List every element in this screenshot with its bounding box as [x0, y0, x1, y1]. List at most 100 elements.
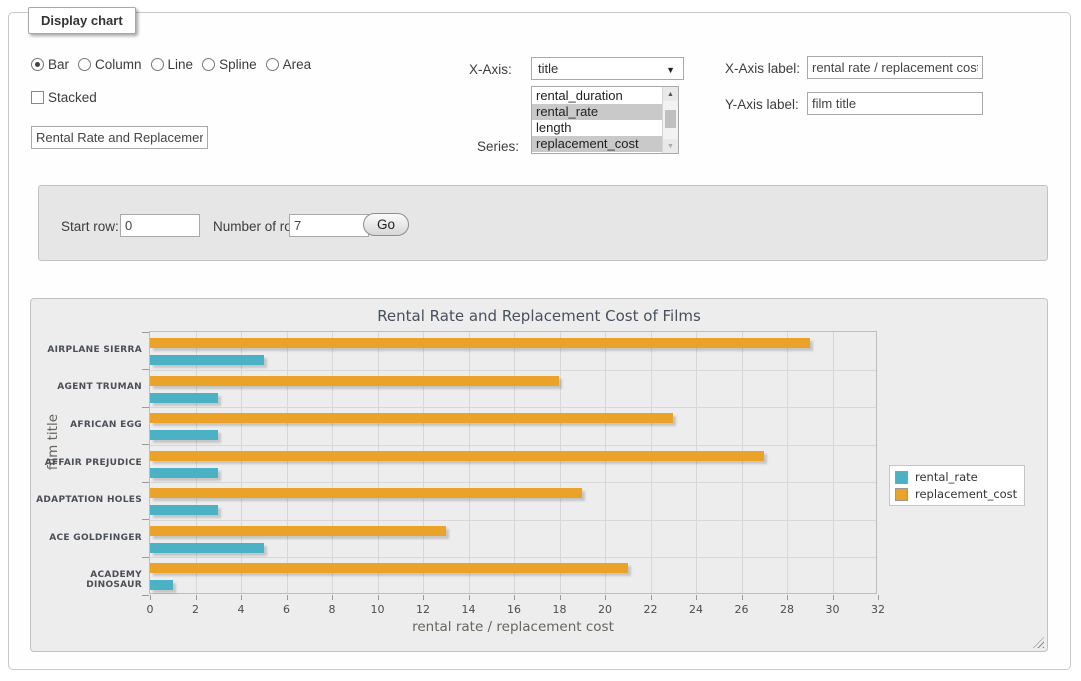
radio-icon[interactable] — [151, 58, 164, 71]
chart-title-input[interactable] — [31, 126, 208, 149]
x-tick-mark — [878, 595, 879, 600]
radio-icon[interactable] — [78, 58, 91, 71]
gridline-vertical — [560, 332, 561, 593]
chart-legend: rental_rate replacement_cost — [889, 465, 1025, 506]
x-tick-label: 20 — [588, 603, 622, 616]
gridline-vertical — [196, 332, 197, 593]
resize-handle-icon[interactable] — [1033, 637, 1044, 648]
legend-label: replacement_cost — [908, 487, 1017, 501]
y-tick-mark — [142, 482, 149, 483]
x-axis-select-label: X-Axis: — [469, 62, 512, 77]
rows-panel: Start row: Number of rows: Go — [38, 185, 1048, 261]
chart-type-radio-group: Bar Column Line Spline Area — [31, 57, 311, 72]
x-tick-mark — [332, 595, 333, 600]
chart-type-radio-bar[interactable]: Bar — [31, 57, 69, 72]
scroll-down-icon[interactable]: ▼ — [663, 139, 678, 153]
chart-type-label: Column — [95, 57, 142, 72]
go-button[interactable]: Go — [363, 213, 409, 236]
x-tick-label: 8 — [315, 603, 349, 616]
legend-swatch-replacement_cost — [895, 488, 908, 501]
x-tick-label: 16 — [497, 603, 531, 616]
x-tick-mark — [833, 595, 834, 600]
chart-type-radio-area[interactable]: Area — [266, 57, 312, 72]
x-axis-label-field-label: X-Axis label: — [725, 61, 800, 76]
x-tick-mark — [696, 595, 697, 600]
category-label: AFFAIR PREJUDICE — [34, 458, 142, 468]
series-options: rental_durationrental_ratelengthreplacem… — [532, 87, 662, 153]
gridline-vertical — [332, 332, 333, 593]
x-tick-mark — [241, 595, 242, 600]
bar-replacement_cost — [150, 413, 673, 423]
gridline-vertical — [378, 332, 379, 593]
y-axis-label-input[interactable] — [807, 92, 983, 115]
radio-icon[interactable] — [202, 58, 215, 71]
gridline-vertical — [287, 332, 288, 593]
x-tick-mark — [423, 595, 424, 600]
series-option-rental_rate[interactable]: rental_rate — [532, 104, 662, 120]
x-tick-mark — [560, 595, 561, 600]
chart-type-label: Area — [283, 57, 312, 72]
gridline-vertical — [469, 332, 470, 593]
scroll-up-icon[interactable]: ▲ — [663, 87, 678, 101]
bar-replacement_cost — [150, 451, 764, 461]
series-option-replacement_cost[interactable]: replacement_cost — [532, 136, 662, 152]
scrollbar-track[interactable] — [663, 101, 678, 139]
x-axis-select[interactable]: title ▼ — [531, 57, 684, 80]
y-tick-mark — [142, 444, 149, 445]
bar-rental_rate — [150, 580, 173, 590]
category-label: ADAPTATION HOLES — [34, 495, 142, 505]
y-tick-mark — [142, 332, 149, 333]
radio-icon[interactable] — [266, 58, 279, 71]
y-tick-mark — [142, 407, 149, 408]
x-tick-label: 32 — [861, 603, 895, 616]
x-tick-label: 14 — [452, 603, 486, 616]
gridline-vertical — [514, 332, 515, 593]
start-row-input[interactable] — [120, 214, 200, 237]
x-axis-label-input[interactable] — [807, 56, 983, 79]
category-label: AGENT TRUMAN — [34, 382, 142, 392]
bar-rental_rate — [150, 355, 264, 365]
gridline-horizontal — [150, 520, 876, 521]
bar-replacement_cost — [150, 338, 810, 348]
chart-type-radio-column[interactable]: Column — [78, 57, 142, 72]
legend-swatch-rental_rate — [895, 471, 908, 484]
legend-item: replacement_cost — [895, 487, 1017, 501]
gridline-vertical — [833, 332, 834, 593]
checkbox-icon[interactable] — [31, 91, 44, 104]
chart-type-radio-spline[interactable]: Spline — [202, 57, 257, 72]
legend-label: rental_rate — [908, 470, 978, 484]
bar-rental_rate — [150, 468, 218, 478]
number-of-rows-input[interactable] — [289, 214, 369, 237]
x-tick-mark — [787, 595, 788, 600]
series-scrollbar[interactable]: ▲ ▼ — [662, 87, 678, 153]
x-tick-label: 10 — [361, 603, 395, 616]
display-chart-legend: Display chart — [28, 7, 136, 34]
bar-replacement_cost — [150, 563, 628, 573]
series-multiselect[interactable]: rental_durationrental_ratelengthreplacem… — [531, 86, 679, 154]
start-row-label: Start row: — [61, 219, 119, 234]
stacked-checkbox[interactable]: Stacked — [31, 90, 97, 105]
x-tick-mark — [150, 595, 151, 600]
x-tick-label: 0 — [133, 603, 167, 616]
category-label: AFRICAN EGG — [34, 420, 142, 430]
gridline-vertical — [651, 332, 652, 593]
chevron-down-icon: ▼ — [666, 65, 675, 75]
x-tick-label: 2 — [179, 603, 213, 616]
gridline-vertical — [696, 332, 697, 593]
bar-rental_rate — [150, 505, 218, 515]
scrollbar-thumb[interactable] — [665, 110, 676, 128]
x-tick-label: 18 — [543, 603, 577, 616]
radio-icon[interactable] — [31, 58, 44, 71]
category-label: AIRPLANE SIERRA — [34, 345, 142, 355]
y-tick-mark — [142, 557, 149, 558]
series-option-rental_duration[interactable]: rental_duration — [532, 88, 662, 104]
x-tick-label: 4 — [224, 603, 258, 616]
y-tick-mark — [142, 369, 149, 370]
chart-type-label: Line — [168, 57, 194, 72]
y-tick-mark — [142, 519, 149, 520]
series-option-length[interactable]: length — [532, 120, 662, 136]
series-select-label: Series: — [477, 139, 519, 154]
x-tick-mark — [196, 595, 197, 600]
chart-type-radio-line[interactable]: Line — [151, 57, 194, 72]
bar-rental_rate — [150, 430, 218, 440]
